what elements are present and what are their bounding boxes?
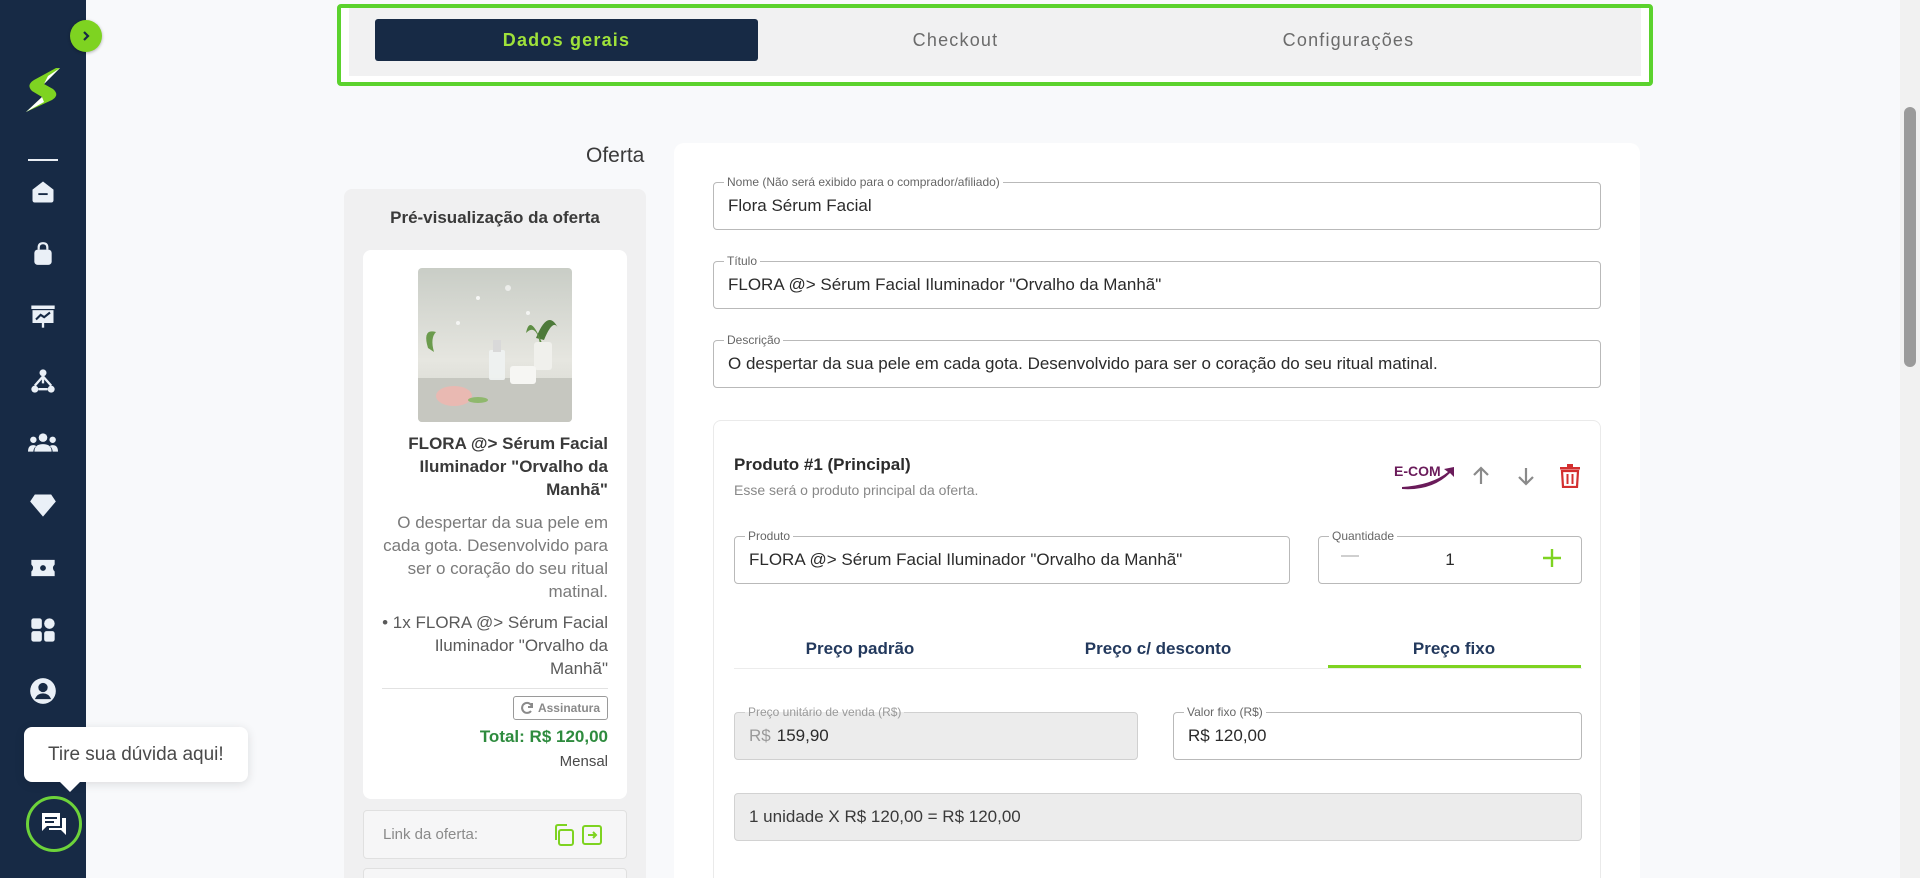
tab-dados-gerais[interactable]: Dados gerais (375, 19, 758, 61)
sidebar-toggle-button[interactable] (70, 20, 102, 52)
refresh-icon (521, 701, 533, 714)
account-icon[interactable] (26, 674, 60, 708)
ecom-logo-text: E-COM (1394, 463, 1441, 479)
preview-heading: Pré-visualização da oferta (390, 208, 600, 227)
arrow-down-icon[interactable] (1511, 461, 1541, 491)
offer-link-label: Link da oferta: (383, 826, 479, 843)
price-tabs-divider (734, 668, 1582, 669)
offer-link-box: Link da oferta: (363, 810, 627, 859)
home-icon[interactable] (26, 175, 60, 209)
unit-price-value: 159,90 (776, 726, 829, 745)
fixed-value-value: R$ 120,00 (1188, 726, 1267, 745)
chevron-right-icon (83, 31, 90, 41)
scrollbar-thumb[interactable] (1904, 107, 1916, 367)
product-image (418, 268, 572, 422)
unit-price-prefix: R$ (749, 726, 771, 745)
title-field-value: FLORA @> Sérum Facial Iluminador "Orvalh… (728, 275, 1162, 294)
preview-offer-item: • 1x FLORA @> Sérum Facial Iluminador "O… (382, 613, 608, 678)
tab-preco-padrao[interactable]: Preço padrão (734, 631, 986, 667)
tab-preco-desconto[interactable]: Preço c/ desconto (1032, 631, 1284, 667)
product-select-value: FLORA @> Sérum Facial Iluminador "Orvalh… (749, 550, 1183, 569)
apps-icon[interactable] (26, 613, 60, 647)
brand-logo[interactable] (20, 66, 66, 116)
preview-offer-title: FLORA @> Sérum Facial Iluminador "Orvalh… (408, 434, 608, 499)
description-field-value: O despertar da sua pele em cada gota. De… (728, 354, 1438, 373)
section-title: Oferta (586, 144, 645, 167)
preview-offer-description: O despertar da sua pele em cada gota. De… (383, 513, 608, 601)
presentation-icon[interactable] (26, 299, 60, 333)
offer-preview-panel: Pré-visualização da oferta FLORA @> Séru… (344, 189, 646, 878)
preview-total: Total: R$ 120,00 (479, 727, 608, 746)
product-heading: Produto #1 (Principal) (734, 455, 911, 474)
ticket-icon[interactable] (26, 551, 60, 585)
copy-icon[interactable] (552, 823, 576, 847)
fixed-value-field[interactable]: Valor fixo (R$) R$ 120,00 (1173, 705, 1582, 760)
bag-icon[interactable] (26, 237, 60, 271)
product-subtitle: Esse será o produto principal da oferta. (734, 482, 979, 498)
chat-icon (42, 813, 66, 835)
price-tab-indicator (1328, 665, 1581, 668)
subscription-badge: Assinatura (512, 696, 608, 720)
title-field[interactable]: Título FLORA @> Sérum Facial Iluminador … (713, 254, 1601, 309)
description-field[interactable]: Descrição O despertar da sua pele em cad… (713, 333, 1601, 388)
sidebar-divider (28, 159, 58, 161)
diamond-icon[interactable] (26, 488, 60, 522)
offer-form-card: Nome (Não será exibido para o comprador/… (674, 143, 1640, 878)
users-icon[interactable] (26, 426, 60, 460)
quantity-stepper[interactable]: Quantidade 1 (1318, 529, 1582, 584)
price-summary: 1 unidade X R$ 120,00 = R$ 120,00 (734, 793, 1582, 841)
preview-period: Mensal (559, 753, 608, 770)
product-section: Produto #1 (Principal) Esse será o produ… (713, 420, 1601, 878)
subscription-badge-label: Assinatura (537, 701, 600, 715)
arrow-up-icon[interactable] (1466, 461, 1496, 491)
network-icon[interactable] (26, 364, 60, 398)
open-link-icon[interactable] (580, 823, 604, 847)
preview-divider (382, 688, 608, 689)
help-tooltip[interactable]: Tire sua dúvida aqui! (24, 727, 248, 792)
unit-price-field: Preço unitário de venda (R$) R$ 159,90 (734, 705, 1138, 760)
tab-configuracoes[interactable]: Configurações (1157, 19, 1540, 61)
tab-checkout[interactable]: Checkout (764, 19, 1147, 61)
preview-card: FLORA @> Sérum Facial Iluminador "Orvalh… (363, 250, 627, 799)
step-tabs: Dados gerais Checkout Configurações (337, 4, 1653, 86)
secondary-link-box (363, 868, 627, 878)
tab-preco-fixo[interactable]: Preço fixo (1328, 631, 1580, 667)
name-field-value: Flora Sérum Facial (728, 196, 872, 215)
chat-button[interactable] (26, 796, 82, 852)
page-scrollbar[interactable] (1900, 0, 1920, 878)
plus-icon[interactable] (1541, 547, 1563, 569)
name-field[interactable]: Nome (Não será exibido para o comprador/… (713, 175, 1601, 230)
unit-price-display: R$ 159,90 (749, 713, 829, 759)
trash-icon[interactable] (1555, 461, 1585, 491)
product-select-field[interactable]: Produto FLORA @> Sérum Facial Iluminador… (734, 529, 1290, 584)
ecom-logo: E-COM (1392, 461, 1458, 493)
